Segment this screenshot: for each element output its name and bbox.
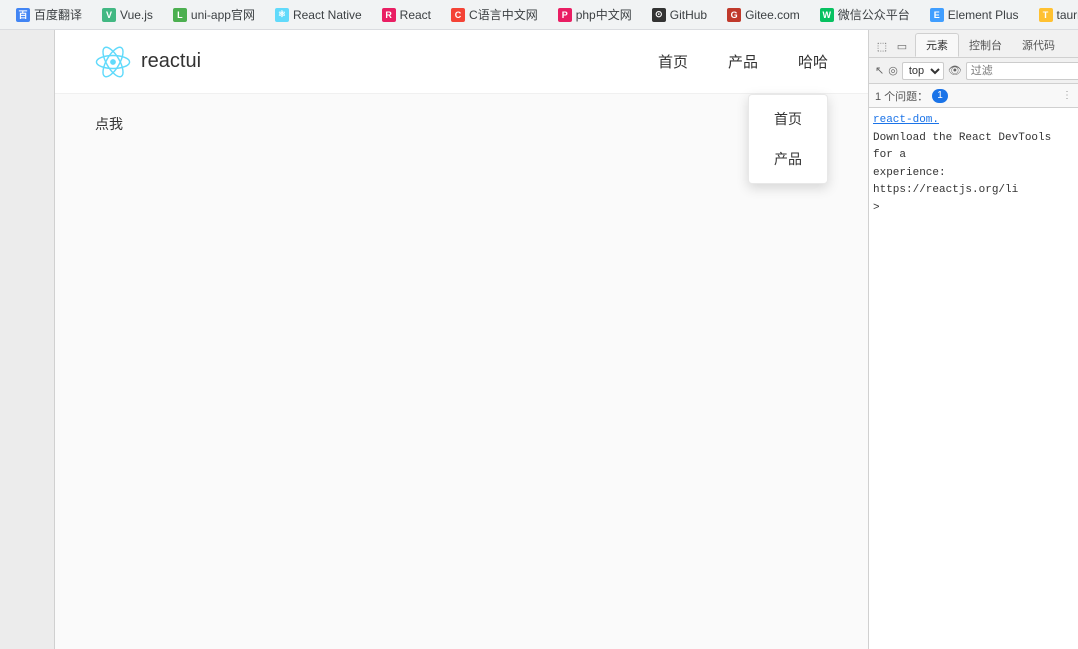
console-link[interactable]: react-dom. (873, 114, 939, 126)
bookmark-icon-c-lang: C (451, 8, 465, 22)
devtools-context-select[interactable]: top (902, 62, 944, 80)
devtools-tab-icons: ⬚ ▭ (869, 35, 915, 57)
page-body-text[interactable]: 点我 (95, 116, 123, 132)
page-nav-links: 首页 产品 哈哈 (658, 47, 828, 76)
devtools-tabs: ⬚ ▭ 元素 控制台 源代码 (869, 30, 1078, 58)
react-logo-icon (95, 44, 131, 80)
dropdown-item-home[interactable]: 首页 (749, 99, 827, 139)
browser-content: reactui 首页 产品 哈哈 首页 产品 点我 (0, 30, 1078, 649)
bookmark-icon-wechat: W (820, 8, 834, 22)
nav-link-home[interactable]: 首页 (658, 47, 688, 76)
bookmark-react[interactable]: R React (374, 6, 439, 24)
bookmark-label-element-plus: Element Plus (948, 8, 1019, 22)
devtools-issues-bar: 1 个问题： 1 ⋮ (869, 84, 1078, 108)
dropdown-menu: 首页 产品 (748, 94, 828, 184)
bookmark-label-github: GitHub (670, 8, 707, 22)
bookmark-label-wechat: 微信公众平台 (838, 6, 910, 23)
bookmark-c-lang[interactable]: C C语言中文网 (443, 4, 546, 25)
tab-console[interactable]: 控制台 (959, 33, 1012, 57)
bookmark-vuejs[interactable]: V Vue.js (94, 6, 161, 24)
bookmark-icon-baidu-translate: 百 (16, 8, 30, 22)
bookmarks-bar: 百百度翻译 V Vue.js Luni-app官网 ⚛ React Native R Reac… (0, 0, 1078, 30)
bookmark-php-cn[interactable]: Pphp中文网 (550, 4, 640, 25)
bookmark-label-gitee: Gitee.com (745, 8, 800, 22)
console-line3: experience: https://reactjs.org/li (873, 165, 1074, 200)
page-navbar: reactui 首页 产品 哈哈 首页 产品 (55, 30, 868, 94)
browser-window: 百百度翻译 V Vue.js Luni-app官网 ⚛ React Native R Reac… (0, 0, 1078, 649)
console-line1: react-dom. (873, 112, 1074, 130)
devtools-filter-input[interactable] (966, 62, 1078, 80)
bookmark-tauri[interactable]: Ttauri (1031, 6, 1078, 24)
webpage: reactui 首页 产品 哈哈 首页 产品 点我 (55, 30, 868, 649)
dropdown-item-product[interactable]: 产品 (749, 139, 827, 179)
bookmark-wechat[interactable]: W 微信公众平台 (812, 4, 918, 25)
bookmark-icon-element-plus: E (930, 8, 944, 22)
page-logo: reactui (95, 44, 201, 80)
nav-link-product[interactable]: 产品 (728, 47, 758, 76)
devtools-console-content: react-dom. Download the React DevTools f… (869, 108, 1078, 649)
bookmark-icon-uni-app: L (173, 8, 187, 22)
devtools-panel: ⬚ ▭ 元素 控制台 源代码 ↖ ◎ top 👁 1 个问题： (868, 30, 1078, 649)
bookmark-github[interactable]: ⊙ GitHub (644, 6, 715, 24)
bookmark-icon-tauri: T (1039, 8, 1053, 22)
bookmark-label-tauri: tauri (1057, 8, 1078, 22)
bookmark-baidu-translate[interactable]: 百百度翻译 (8, 4, 90, 25)
bookmark-icon-github: ⊙ (652, 8, 666, 22)
left-sidebar (0, 30, 55, 649)
page-body: 点我 (55, 94, 868, 649)
bookmark-uni-app[interactable]: Luni-app官网 (165, 4, 263, 25)
bookmark-element-plus[interactable]: E Element Plus (922, 6, 1027, 24)
devtools-toolbar: ↖ ◎ top 👁 (869, 58, 1078, 84)
bookmark-icon-vuejs: V (102, 8, 116, 22)
bookmark-icon-react-native: ⚛ (275, 8, 289, 22)
tab-elements[interactable]: 元素 (915, 33, 959, 57)
bookmark-label-php-cn: php中文网 (576, 6, 632, 23)
devtools-pointer-icon[interactable]: ↖ (875, 62, 884, 80)
bookmark-label-uni-app: uni-app官网 (191, 6, 255, 23)
bookmark-label-react-native: React Native (293, 8, 362, 22)
issues-count-badge: 1 (932, 89, 948, 103)
issues-count: 1 (937, 90, 943, 101)
console-caret[interactable]: > (873, 202, 1074, 214)
bookmark-label-vuejs: Vue.js (120, 8, 153, 22)
tab-source[interactable]: 源代码 (1012, 33, 1065, 57)
bookmark-icon-gitee: G (727, 8, 741, 22)
bookmark-gitee[interactable]: G Gitee.com (719, 6, 808, 24)
bookmark-icon-react: R (382, 8, 396, 22)
console-line2: Download the React DevTools for a (873, 130, 1074, 165)
devtools-device-icon[interactable]: ▭ (893, 37, 911, 55)
devtools-overflow-icon[interactable]: ⋮ (1062, 90, 1072, 101)
bookmark-react-native[interactable]: ⚛ React Native (267, 6, 370, 24)
bookmark-icon-php-cn: P (558, 8, 572, 22)
bookmark-label-baidu-translate: 百度翻译 (34, 6, 82, 23)
devtools-eye2-icon[interactable]: 👁 (948, 62, 962, 80)
devtools-eye-icon[interactable]: ◎ (888, 62, 898, 80)
bookmark-label-react: React (400, 8, 431, 22)
bookmark-label-c-lang: C语言中文网 (469, 6, 538, 23)
issues-label: 1 个问题： (875, 88, 928, 104)
logo-text: reactui (141, 50, 201, 73)
devtools-inspect-icon[interactable]: ⬚ (873, 37, 891, 55)
nav-link-haha[interactable]: 哈哈 (798, 47, 828, 76)
